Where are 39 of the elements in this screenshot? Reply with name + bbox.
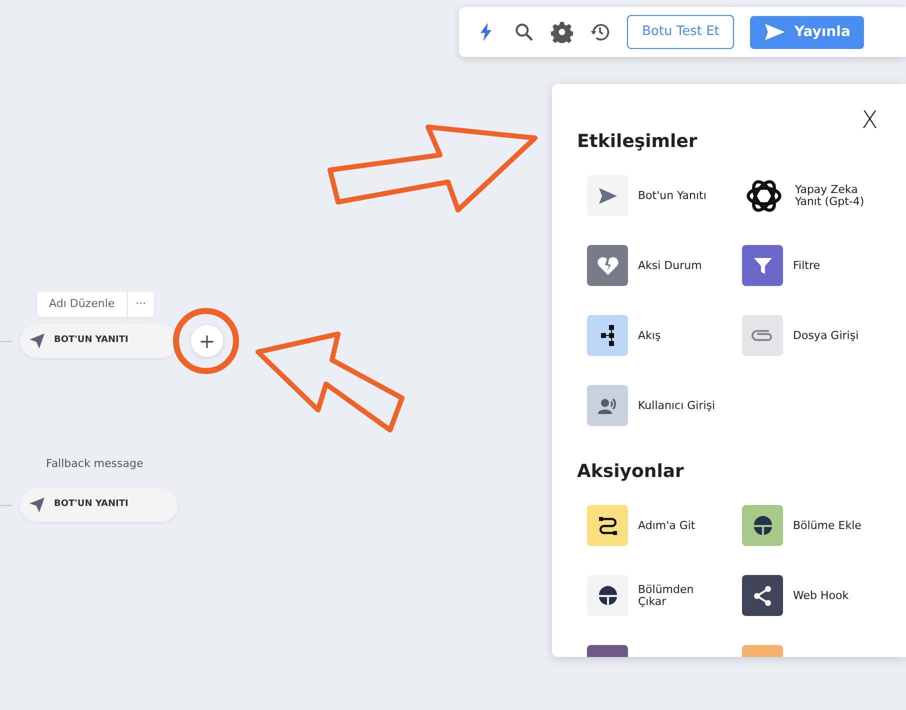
tool-tile[interactable]	[587, 385, 628, 426]
tool-tile[interactable]	[587, 315, 628, 356]
flowchart-icon	[601, 325, 614, 346]
send-icon	[764, 23, 786, 41]
tool-tile[interactable]	[587, 245, 628, 286]
tool-label: Bölümden Çıkar	[638, 584, 695, 608]
tool-label: Kullanıcı Girişi	[638, 400, 716, 412]
annotation-circle	[173, 308, 239, 374]
node-caption: Fallback message	[46, 456, 144, 472]
tool-label: Bot'un Yanıtı	[638, 190, 706, 202]
paper-plane-icon	[28, 496, 46, 514]
tool-label: Dosya Girişi	[793, 330, 859, 342]
tool-tile[interactable]	[742, 575, 783, 616]
history-icon[interactable]	[589, 21, 611, 43]
search-icon[interactable]	[513, 21, 535, 43]
tool-label: Aksi Durum	[638, 260, 702, 272]
close-button[interactable]: X	[862, 108, 878, 132]
section-title: Etkileşimler	[577, 130, 698, 154]
tool-tile[interactable]	[587, 575, 628, 616]
tool-label: Adım'a Git	[638, 520, 696, 532]
tool-tile[interactable]	[587, 175, 628, 216]
add-step-button[interactable]: +	[191, 325, 223, 357]
paper-plane-icon	[28, 332, 46, 350]
flow-node[interactable]: BOT'UN YANITI	[20, 488, 178, 522]
tool-label: Bölüme Ekle	[793, 520, 862, 532]
node-label: BOT'UN YANITI	[54, 498, 128, 512]
edit-name-button[interactable]: Adı Düzenle	[37, 292, 127, 316]
settings-icon[interactable]	[551, 21, 573, 43]
more-button[interactable]: ···	[126, 292, 154, 316]
section-title: Aksiyonlar	[577, 460, 685, 484]
tool-label: Filtre	[793, 260, 820, 272]
tool-label: Web Hook	[793, 590, 849, 602]
tool-tile[interactable]	[587, 505, 628, 546]
tool-tile[interactable]	[742, 245, 783, 286]
node-label: BOT'UN YANITI	[54, 334, 128, 348]
tool-tile[interactable]	[742, 315, 783, 356]
tool-label: Akış	[638, 330, 661, 342]
tool-label: Yapay Zeka Yanıt (Gpt-4)	[795, 184, 866, 208]
tool-tile[interactable]	[742, 505, 783, 546]
